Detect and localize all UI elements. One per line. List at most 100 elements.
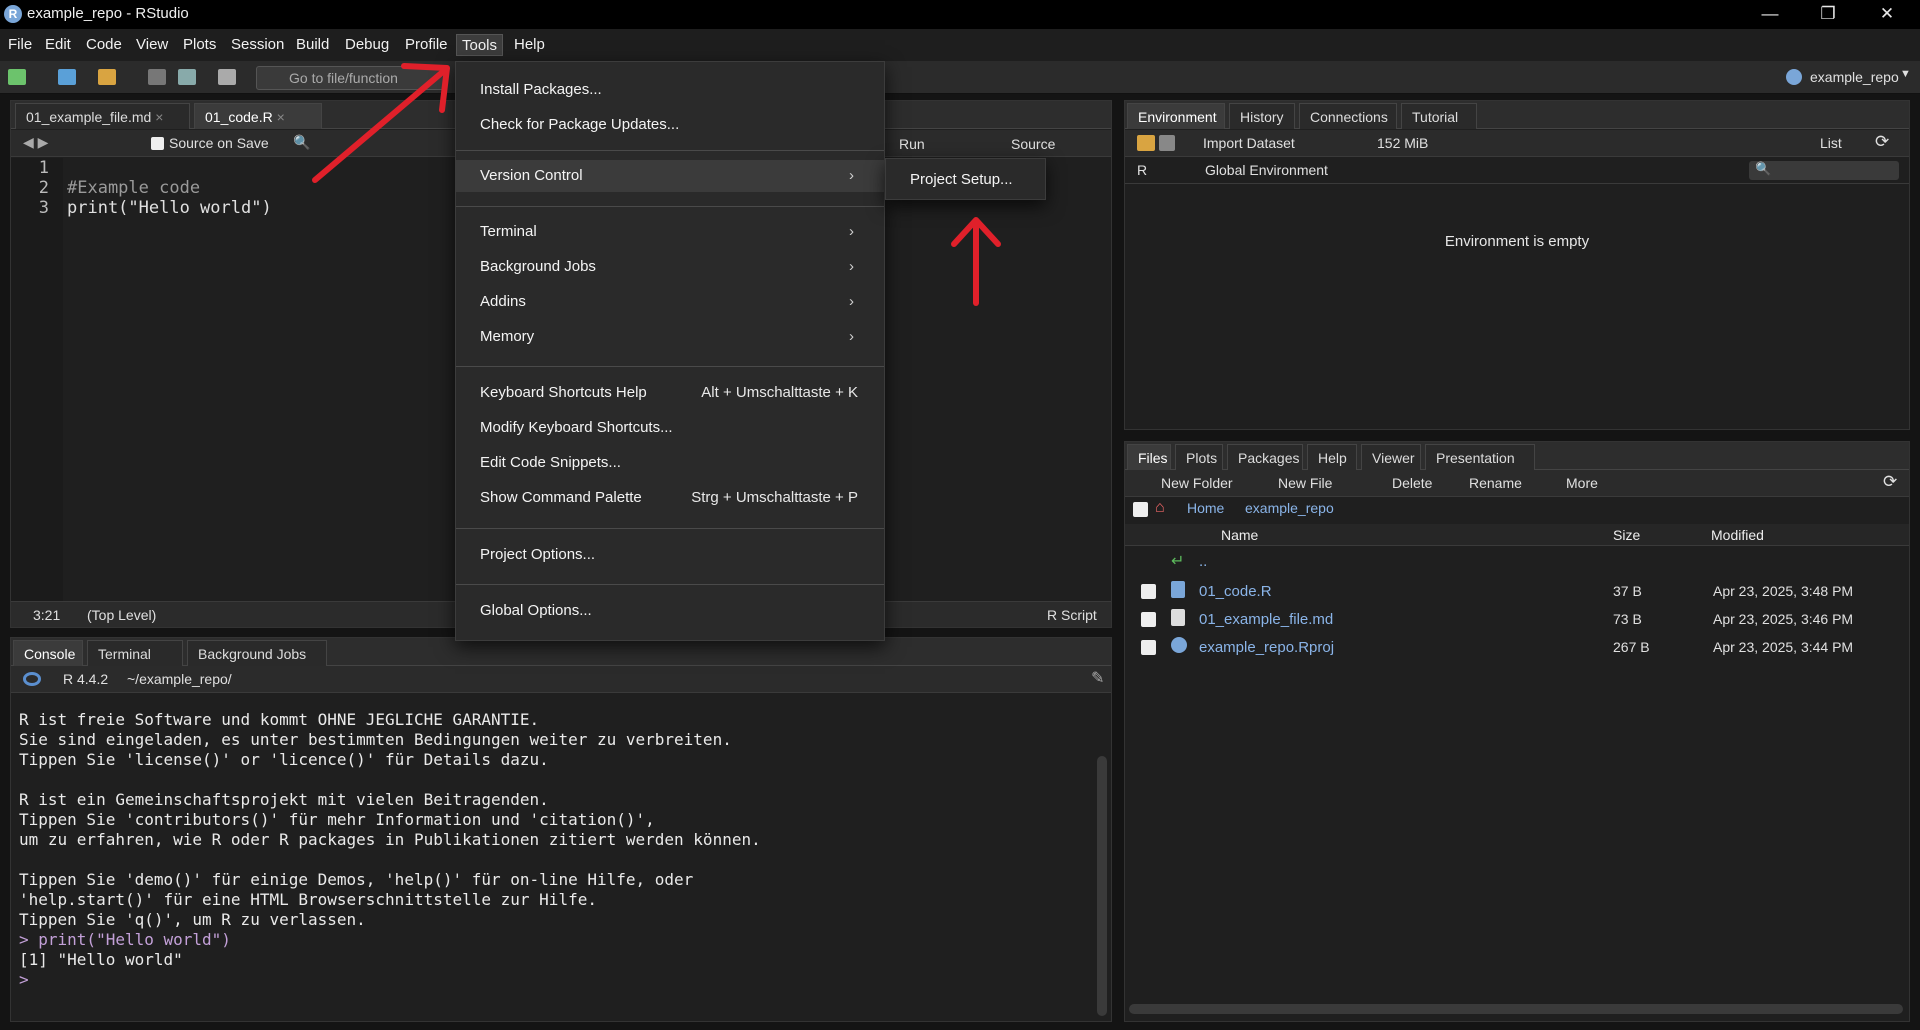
menu-session[interactable]: Session: [226, 34, 289, 56]
home-icon[interactable]: ⌂: [1155, 499, 1165, 517]
rename-button[interactable]: Rename: [1469, 475, 1522, 491]
run-button[interactable]: Run: [899, 136, 925, 152]
console-scrollbar[interactable]: [1097, 756, 1107, 1016]
source-button[interactable]: Source: [1011, 136, 1055, 152]
minimize-icon[interactable]: —: [1750, 3, 1790, 25]
parent-directory-link[interactable]: ..: [1199, 553, 1207, 570]
more-button[interactable]: More: [1566, 475, 1598, 491]
menu-item-command-palette[interactable]: Show Command Palette Strg + Umschalttaste…: [456, 482, 884, 514]
menu-item-global-options[interactable]: Global Options...: [456, 595, 884, 627]
open-file-icon[interactable]: [98, 69, 116, 85]
menu-item-background-jobs[interactable]: Background Jobs ›: [456, 251, 884, 283]
menu-item-install-packages[interactable]: Install Packages...: [456, 74, 884, 106]
menu-item-modify-shortcuts[interactable]: Modify Keyboard Shortcuts...: [456, 412, 884, 444]
row-checkbox[interactable]: [1141, 612, 1156, 627]
source-on-save-checkbox[interactable]: [151, 137, 164, 150]
print-icon[interactable]: [218, 69, 236, 85]
menu-debug[interactable]: Debug: [340, 34, 394, 56]
refresh-icon[interactable]: ⟳: [1875, 132, 1889, 152]
broom-icon[interactable]: ✎: [1091, 668, 1104, 688]
column-modified[interactable]: Modified: [1711, 527, 1764, 543]
chevron-down-icon[interactable]: ▼: [1900, 68, 1911, 80]
table-row[interactable]: 01_code.R 37 B Apr 23, 2025, 3:48 PM: [1125, 578, 1909, 604]
search-icon[interactable]: 🔍: [293, 134, 310, 151]
file-name[interactable]: 01_example_file.md: [1199, 611, 1333, 628]
delete-button[interactable]: Delete: [1392, 475, 1432, 491]
tab-console[interactable]: Console: [13, 640, 83, 666]
close-icon[interactable]: ✕: [1867, 3, 1907, 25]
menu-item-addins[interactable]: Addins ›: [456, 286, 884, 318]
open-icon[interactable]: [1137, 135, 1155, 151]
tab-viewer[interactable]: Viewer: [1361, 444, 1421, 470]
tab-packages[interactable]: Packages: [1227, 444, 1303, 470]
column-name[interactable]: Name: [1221, 527, 1258, 543]
select-all-checkbox[interactable]: [1133, 502, 1148, 517]
tab-environment[interactable]: Environment: [1127, 103, 1225, 129]
memory-usage[interactable]: 152 MiB: [1377, 135, 1428, 151]
new-folder-button[interactable]: New Folder: [1161, 475, 1233, 491]
console-prompt[interactable]: >: [19, 970, 761, 990]
language-selector[interactable]: R: [1137, 162, 1147, 178]
close-tab-icon[interactable]: ×: [277, 109, 285, 125]
tab-help[interactable]: Help: [1307, 444, 1357, 470]
table-row[interactable]: example_repo.Rproj 267 B Apr 23, 2025, 3…: [1125, 634, 1909, 660]
files-scrollbar[interactable]: [1129, 1004, 1903, 1014]
new-file-icon[interactable]: [8, 69, 26, 85]
tab-tutorial[interactable]: Tutorial: [1401, 103, 1477, 129]
new-project-icon[interactable]: [58, 69, 76, 85]
restore-icon[interactable]: ❐: [1808, 3, 1848, 25]
menu-tools[interactable]: Tools: [456, 34, 504, 56]
row-checkbox[interactable]: [1141, 640, 1156, 655]
menu-file[interactable]: File: [3, 34, 37, 56]
save-all-icon[interactable]: [178, 69, 196, 85]
tab-plots[interactable]: Plots: [1175, 444, 1223, 470]
save-icon[interactable]: [1159, 135, 1175, 151]
tab-files[interactable]: Files: [1127, 444, 1171, 470]
menu-code[interactable]: Code: [81, 34, 127, 56]
file-type-selector[interactable]: R Script: [1047, 607, 1097, 623]
tab-background-jobs[interactable]: Background Jobs: [187, 640, 327, 666]
project-menu[interactable]: example_repo: [1810, 69, 1899, 85]
tab-history[interactable]: History: [1229, 103, 1295, 129]
breadcrumb-repo[interactable]: example_repo: [1245, 500, 1334, 516]
close-tab-icon[interactable]: ×: [155, 109, 163, 125]
file-name[interactable]: 01_code.R: [1199, 583, 1272, 600]
menu-item-keyboard-shortcuts-help[interactable]: Keyboard Shortcuts Help Alt + Umschalttas…: [456, 377, 884, 409]
table-row[interactable]: 01_example_file.md 73 B Apr 23, 2025, 3:…: [1125, 606, 1909, 632]
menu-build[interactable]: Build: [291, 34, 334, 56]
goto-file-input[interactable]: Go to file/function: [256, 66, 446, 90]
new-file-button[interactable]: New File: [1278, 475, 1332, 491]
menu-item-project-setup[interactable]: Project Setup...: [910, 171, 1013, 188]
code-editor[interactable]: #Example code print("Hello world"): [67, 158, 272, 218]
tab-presentation[interactable]: Presentation: [1425, 444, 1535, 470]
menu-item-memory[interactable]: Memory ›: [456, 321, 884, 353]
tab-example-md[interactable]: 01_example_file.md ×: [15, 103, 190, 129]
list-view-selector[interactable]: List: [1820, 135, 1842, 151]
menu-edit[interactable]: Edit: [40, 34, 76, 56]
menu-plots[interactable]: Plots: [178, 34, 221, 56]
row-checkbox[interactable]: [1141, 584, 1156, 599]
global-environment-selector[interactable]: Global Environment: [1205, 162, 1328, 178]
import-dataset-button[interactable]: Import Dataset: [1203, 135, 1295, 151]
save-icon[interactable]: [148, 69, 166, 85]
breadcrumb-home[interactable]: Home: [1187, 500, 1224, 516]
tab-terminal[interactable]: Terminal: [87, 640, 183, 666]
back-icon[interactable]: ◀ ▶: [23, 134, 48, 151]
menu-item-terminal[interactable]: Terminal ›: [456, 216, 884, 248]
scope-selector[interactable]: (Top Level): [87, 607, 156, 623]
env-search-input[interactable]: 🔍: [1749, 161, 1899, 180]
menu-item-check-updates[interactable]: Check for Package Updates...: [456, 109, 884, 141]
tab-connections[interactable]: Connections: [1299, 103, 1397, 129]
working-directory[interactable]: ~/example_repo/: [127, 671, 232, 687]
menu-item-edit-snippets[interactable]: Edit Code Snippets...: [456, 447, 884, 479]
column-size[interactable]: Size: [1613, 527, 1640, 543]
menu-item-project-options[interactable]: Project Options...: [456, 539, 884, 571]
table-row-up[interactable]: ↵ ..: [1125, 551, 1909, 575]
console-output[interactable]: R ist freie Software und kommt OHNE JEGL…: [19, 710, 761, 990]
refresh-icon[interactable]: ⟳: [1883, 472, 1897, 492]
tab-code-r[interactable]: 01_code.R ×: [194, 103, 322, 129]
menu-item-version-control[interactable]: Version Control ›: [456, 160, 884, 192]
menu-view[interactable]: View: [131, 34, 173, 56]
file-name[interactable]: example_repo.Rproj: [1199, 639, 1334, 656]
menu-help[interactable]: Help: [509, 34, 550, 56]
